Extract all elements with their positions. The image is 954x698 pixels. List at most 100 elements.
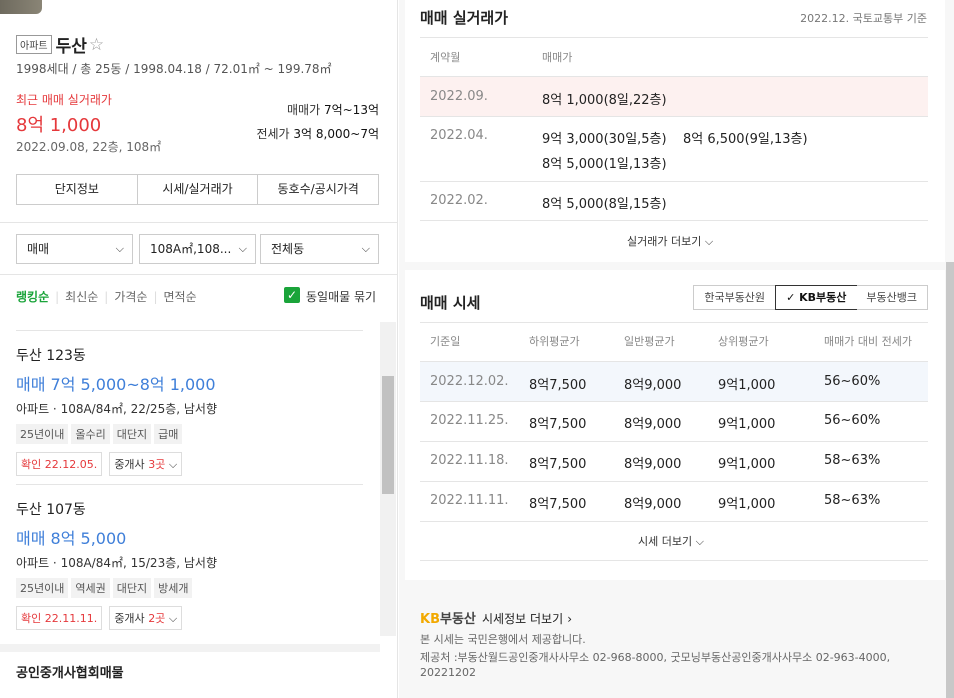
market-more-label: 시세 더보기 [638,535,693,548]
market-date: 2022.11.11. [430,493,509,508]
divider [420,116,928,117]
area-select[interactable]: 108A㎡,108... ⌵ [139,234,256,264]
chevron-down-icon: ⌵ [361,242,370,255]
col-contract-month: 계약월 [430,51,461,64]
source-tab-kb[interactable]: ✓ KB부동산 [775,285,858,310]
listing-scrollbar[interactable] [380,322,396,636]
listing-tag: 방세개 [154,578,193,598]
property-type-badge: 아파트 [16,35,52,54]
favorite-star-icon[interactable]: ☆ [89,35,104,55]
building-select[interactable]: 전체동 ⌵ [260,234,379,264]
sort-options: 랭킹순 | 최신순 | 가격순 | 면적순 [16,290,197,304]
agent-count: 2곳 [148,612,166,625]
listing-tags: 25년이내 역세권 대단지 방세개 [16,577,363,598]
transactions-more-link[interactable]: 실거래가 더보기 ⌵ [627,233,713,249]
scrollbar-thumb[interactable] [382,376,394,494]
divider [420,322,928,323]
trade-type-value: 매매 [27,242,50,256]
divider [420,481,928,482]
tab-market-price[interactable]: 시세/실거래가 [138,175,259,204]
listing-title: 두산 107동 [16,502,86,518]
kb-date-note: 20221202 [420,666,476,679]
complex-name: 두산 [55,37,87,57]
market-high: 9억1,000 [718,417,776,432]
divider [420,181,928,182]
market-ratio: 56~60% [824,413,881,428]
chevron-down-icon: ⌵ [115,242,124,255]
recent-trade-detail: 2022.09.08, 22층, 108㎡ [16,140,162,154]
kb-more-link[interactable]: KB부동산 시세정보 더보기 › [420,608,572,627]
listing-price: 매매 7억 5,000~8억 1,000 [16,375,216,394]
listing-tag: 대단지 [112,424,152,444]
confirmed-date-badge: 확인 22.12.05. [16,452,103,476]
kb-more-label: 시세정보 더보기 [482,612,564,626]
sort-area[interactable]: 면적순 [164,290,197,304]
divider [16,484,363,485]
sort-latest[interactable]: 최신순 [65,290,98,304]
tab-unit-price[interactable]: 동호수/공시가격 [258,175,378,204]
listing-title: 두산 123동 [16,348,86,364]
col-jeonse-ratio: 매매가 대비 전세가 [824,335,912,348]
kb-note: 본 시세는 국민은행에서 제공합니다. [420,633,586,646]
jeonse-price-summary: 전세가 3억 8,000~7억 [256,125,379,142]
listing-item[interactable]: 두산 123동 매매 7억 5,000~8억 1,000 아파트 · 108A/… [16,345,363,476]
market-mid: 8억9,000 [624,417,682,432]
association-title: 공인중개사협회매물 [16,666,124,681]
complex-panel: 아파트 두산 ☆ 1998세대 / 총 25동 / 1998.04.18 / 72.… [0,0,398,698]
divider [0,222,397,223]
kb-provider-note: 제공처 :부동산월드공인중개사사무소 02-968-8000, 굿모닝부동산공인… [420,651,891,664]
agent-count-button[interactable]: 중개사 3곳 ⌵ [109,452,183,476]
recent-trade-label: 최근 매매 실거래가 [16,93,112,107]
divider [420,401,928,402]
kb-logo-text: 부동산 [439,612,476,627]
market-high: 9억1,000 [718,497,776,512]
market-mid: 8억9,000 [624,457,682,472]
divider [420,220,928,221]
market-high: 9억1,000 [718,457,776,472]
transaction-price: 8억 1,000(8일,22층) [542,93,667,108]
market-low: 8억7,500 [529,378,587,393]
transactions-title: 매매 실거래가 [420,9,509,27]
chevron-down-icon: ⌵ [168,458,178,471]
agent-count: 3곳 [148,458,166,471]
chevron-down-icon: ⌵ [704,235,714,248]
market-more-link[interactable]: 시세 더보기 ⌵ [638,533,704,549]
recent-trade-price: 8억 1,000 [16,115,102,136]
listing-tag: 급매 [154,424,183,444]
market-ratio: 58~63% [824,493,881,508]
complex-thumbnail[interactable] [0,0,42,14]
sort-price[interactable]: 가격순 [114,290,147,304]
col-sale-price: 매매가 [542,51,573,64]
chevron-down-icon: ⌵ [168,612,178,625]
listing-tag: 대단지 [112,578,152,598]
source-tab-bank[interactable]: 부동산뱅크 [856,286,927,309]
listing-tag: 25년이내 [16,578,69,598]
area-value: 108A㎡,108... [150,242,232,256]
association-listings-section[interactable]: 공인중개사협회매물 [0,644,380,698]
chevron-down-icon: ⌵ [695,535,704,548]
trade-type-select[interactable]: 매매 ⌵ [16,234,133,264]
transaction-row-highlight [420,77,928,116]
kb-source-footer: KB부동산 시세정보 더보기 › 본 시세는 국민은행에서 제공합니다. 제공처… [405,592,945,698]
group-listings-label[interactable]: 동일매물 묶기 [306,288,376,305]
market-title: 매매 시세 [420,294,481,312]
transaction-price: 9억 3,000(30일,5층) [542,132,667,147]
sort-ranking[interactable]: 랭킹순 [16,290,49,304]
kb-logo: KB [420,612,440,627]
transaction-price: 8억 5,000(8일,15층) [542,197,667,212]
source-tab-reb[interactable]: 한국부동산원 [694,286,777,309]
market-low: 8억7,500 [529,497,587,512]
confirmed-date-badge: 확인 22.11.11. [16,606,103,630]
divider [420,441,928,442]
divider [420,37,928,38]
group-listings-checkbox[interactable]: ✓ [284,287,300,303]
sale-price-label: 매매가 [287,103,321,117]
check-icon: ✓ [786,291,800,304]
agent-count-button[interactable]: 중개사 2곳 ⌵ [109,606,183,630]
listing-tag: 역세권 [71,578,110,598]
market-date: 2022.11.18. [430,453,509,468]
panel-scrollbar[interactable] [946,262,954,698]
tab-complex-info[interactable]: 단지정보 [17,175,138,204]
listing-item[interactable]: 두산 107동 매매 8억 5,000 아파트 · 108A/84㎡, 15/2… [16,499,363,630]
complex-header: 아파트 두산 ☆ [16,32,104,57]
